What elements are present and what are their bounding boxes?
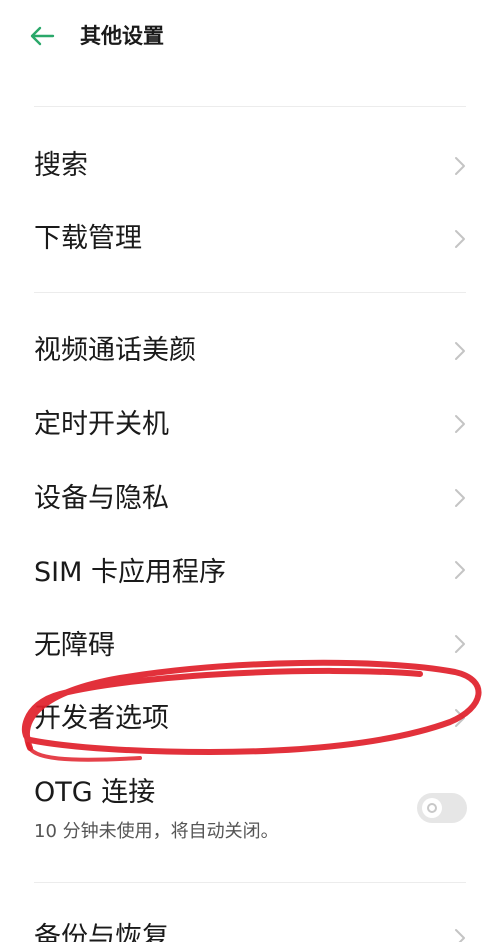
divider <box>34 882 466 883</box>
chevron-right-icon <box>455 929 465 942</box>
toggle-knob <box>422 798 442 818</box>
list-item-label: 开发者选项 <box>34 703 169 734</box>
page-title: 其他设置 <box>80 24 164 48</box>
list-item-developer-options[interactable]: 开发者选项 <box>0 682 500 756</box>
list-item-subtitle: 10 分钟未使用，将自动关闭。 <box>34 821 279 842</box>
list-item-label: 定时开关机 <box>34 409 169 440</box>
list-item-label: OTG 连接 <box>34 777 156 808</box>
list-item-video-beauty[interactable]: 视频通话美颜 <box>0 314 500 388</box>
divider <box>34 106 466 107</box>
chevron-right-icon <box>455 157 465 175</box>
list-item-device-privacy[interactable]: 设备与隐私 <box>0 462 500 536</box>
list-item-label: 设备与隐私 <box>34 483 169 514</box>
list-item-sim-toolkit[interactable]: SIM 卡应用程序 <box>0 536 500 610</box>
list-item-backup-restore[interactable]: 备份与恢复 <box>0 904 500 942</box>
list-item-search[interactable]: 搜索 <box>0 130 500 202</box>
chevron-right-icon <box>455 230 465 248</box>
back-button[interactable] <box>24 20 60 52</box>
chevron-right-icon <box>455 709 465 727</box>
chevron-right-icon <box>455 342 465 360</box>
chevron-right-icon <box>455 489 465 507</box>
list-item-label: 搜索 <box>34 150 88 181</box>
list-item-label: 备份与恢复 <box>34 922 169 942</box>
chevron-right-icon <box>455 415 465 433</box>
divider <box>34 292 466 293</box>
list-item-downloads[interactable]: 下载管理 <box>0 202 500 276</box>
list-item-label: 下载管理 <box>34 223 142 254</box>
list-item-scheduled-power[interactable]: 定时开关机 <box>0 388 500 462</box>
otg-toggle[interactable] <box>417 793 467 823</box>
chevron-right-icon <box>455 561 465 579</box>
list-item-accessibility[interactable]: 无障碍 <box>0 610 500 682</box>
chevron-right-icon <box>455 635 465 653</box>
list-item-label: 无障碍 <box>34 630 115 661</box>
arrow-left-icon <box>30 26 55 46</box>
top-bar: 其他设置 <box>0 0 500 70</box>
list-item-label: SIM 卡应用程序 <box>34 557 226 588</box>
list-item-otg[interactable]: OTG 连接 10 分钟未使用，将自动关闭。 <box>0 760 500 860</box>
list-item-label: 视频通话美颜 <box>34 335 196 366</box>
